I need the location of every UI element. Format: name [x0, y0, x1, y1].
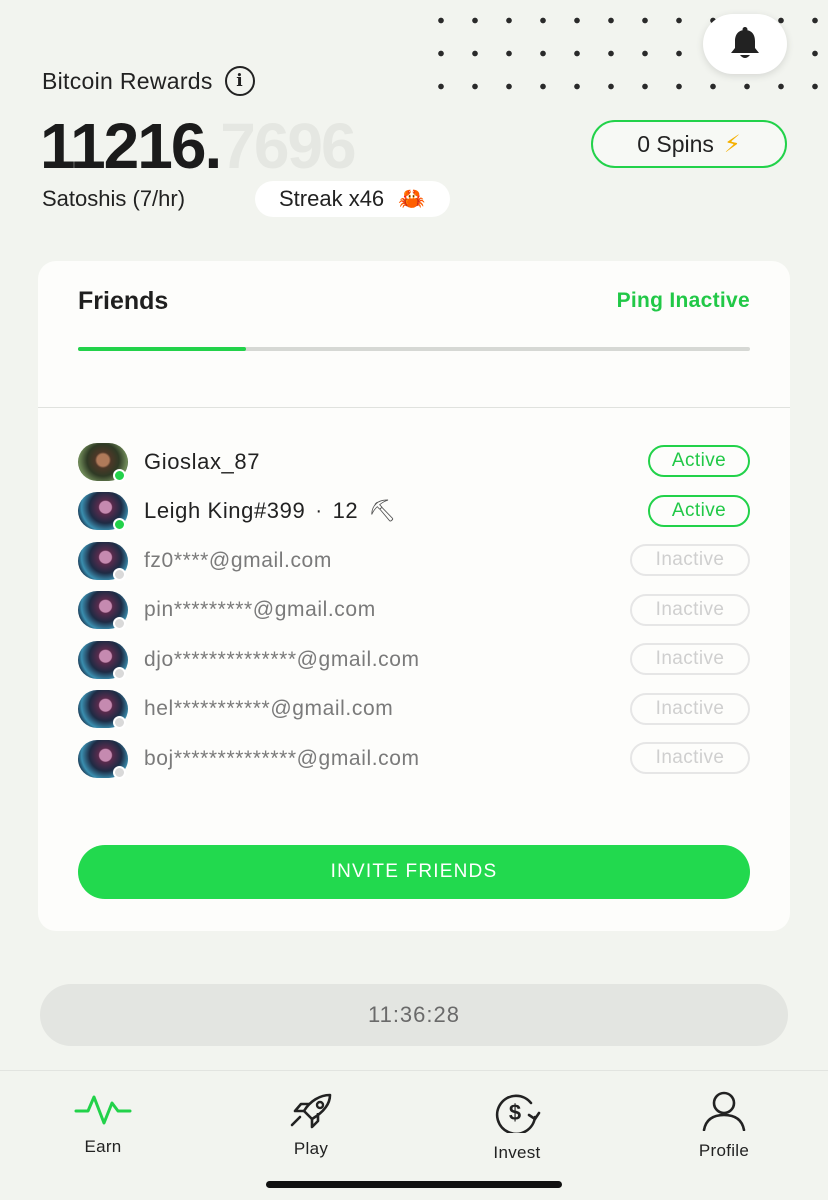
avatar — [78, 492, 128, 532]
friends-progress-bar — [78, 347, 750, 351]
avatar — [78, 739, 128, 779]
status-badge: Inactive — [630, 692, 750, 725]
countdown-timer[interactable]: 11:36:28 — [40, 984, 788, 1046]
friend-row[interactable]: boj**************@gmail.com Inactive — [78, 734, 750, 784]
user-icon — [702, 1091, 746, 1131]
crab-icon: 🦀 — [398, 186, 426, 211]
svg-text:$: $ — [509, 1100, 521, 1125]
friend-name: Leigh King#399 — [144, 498, 306, 524]
tab-label: Invest — [493, 1143, 541, 1162]
avatar — [78, 541, 128, 581]
status-badge: Inactive — [630, 643, 750, 675]
status-badge: Active — [648, 494, 750, 527]
spins-label: 0 Spins — [637, 130, 714, 157]
lightning-icon: ⚡ — [723, 130, 741, 158]
divider — [38, 407, 790, 408]
friend-name: djo**************@gmail.com — [144, 647, 420, 671]
friend-row[interactable]: pin*********@gmail.com Inactive — [78, 586, 750, 636]
avatar — [78, 442, 128, 482]
friends-list: Gioslax_87 Active Leigh King#399 · 12 ⛏ … — [78, 437, 750, 784]
tab-profile[interactable]: Profile — [664, 1091, 784, 1161]
info-icon[interactable]: i — [224, 66, 255, 96]
status-badge: Inactive — [630, 544, 750, 576]
friend-row[interactable]: hel***********@gmail.com Inactive — [78, 685, 750, 735]
friend-row[interactable]: djo**************@gmail.com Inactive — [78, 635, 750, 685]
friend-row[interactable]: fz0****@gmail.com Inactive — [78, 536, 750, 586]
friend-name: pin*********@gmail.com — [144, 598, 376, 622]
avatar — [78, 690, 128, 730]
tab-label: Play — [293, 1139, 329, 1158]
tab-label: Earn — [84, 1137, 122, 1156]
streak-badge: Streak x46 🦀 — [255, 181, 450, 217]
status-badge: Inactive — [630, 742, 750, 774]
satoshi-balance: 11216.7696 — [40, 108, 357, 184]
offline-status-dot — [113, 567, 126, 581]
tab-earn[interactable]: Earn — [43, 1091, 163, 1157]
activity-icon — [74, 1095, 132, 1125]
rewards-label-row: Bitcoin Rewards i — [42, 66, 255, 96]
offline-status-dot — [113, 716, 126, 730]
spins-button[interactable]: 0 Spins ⚡ — [591, 120, 787, 168]
avatar — [78, 591, 128, 631]
friends-title: Friends — [78, 287, 169, 315]
invite-friends-button[interactable]: INVITE FRIENDS — [78, 845, 750, 899]
offline-status-dot — [113, 765, 126, 779]
friend-row[interactable]: Leigh King#399 · 12 ⛏ Active — [78, 487, 750, 537]
streak-label: Streak x46 — [279, 186, 385, 211]
friend-row[interactable]: Gioslax_87 Active — [78, 437, 750, 487]
tab-invest[interactable]: $ Invest — [457, 1091, 577, 1163]
friend-name: hel***********@gmail.com — [144, 697, 394, 721]
friends-card: Friends Ping Inactive Gioslax_87 Active … — [38, 261, 790, 931]
friends-progress-fill — [78, 347, 246, 351]
rocket-icon — [290, 1093, 332, 1129]
notifications-button[interactable] — [703, 14, 787, 74]
offline-status-dot — [113, 617, 126, 631]
earn-rate-label: Satoshis (7/hr) — [42, 186, 186, 211]
pickaxe-icon: ⛏ — [368, 498, 397, 524]
bell-icon — [731, 27, 759, 58]
friend-name: Gioslax_87 — [144, 448, 261, 474]
status-badge: Inactive — [630, 593, 750, 626]
dollar-refresh-icon: $ — [495, 1094, 541, 1133]
friend-level: 12 — [332, 498, 359, 524]
offline-status-dot — [113, 666, 126, 680]
tab-label: Profile — [698, 1141, 750, 1160]
avatar — [78, 640, 128, 680]
balance-fraction: 7696 — [220, 110, 356, 182]
friend-name: fz0****@gmail.com — [144, 548, 332, 572]
rewards-title: Bitcoin Rewards — [42, 67, 213, 94]
online-status-dot — [113, 518, 126, 532]
balance-whole: 11216. — [40, 110, 222, 182]
online-status-dot — [113, 468, 126, 482]
home-indicator — [266, 1181, 562, 1188]
tab-play[interactable]: Play — [251, 1091, 371, 1159]
status-badge: Active — [648, 445, 750, 477]
friend-name: boj**************@gmail.com — [144, 746, 420, 770]
ping-inactive-button[interactable]: Ping Inactive — [617, 289, 750, 313]
separator-dot: · — [315, 499, 323, 522]
